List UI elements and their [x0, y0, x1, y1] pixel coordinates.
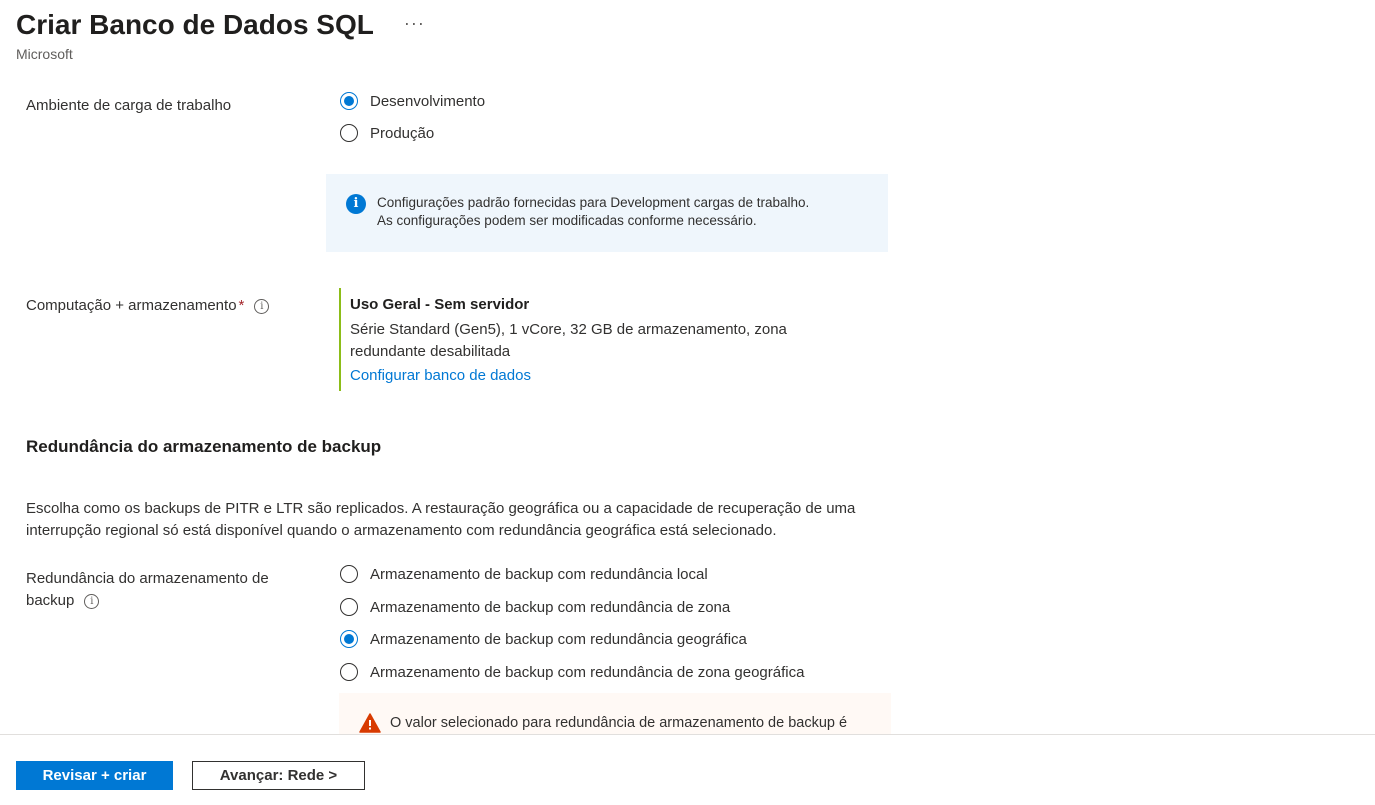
backup-warning-banner: O valor selecionado para redundância de … [339, 693, 891, 734]
footer-bar: Revisar + criar Avançar: Rede > [0, 734, 1375, 805]
backup-redundancy-label: Redundância do armazenamento de backup i [26, 568, 269, 612]
warning-icon [359, 713, 381, 733]
radio-label: Armazenamento de backup com redundância … [370, 630, 747, 648]
info-icon: i [346, 194, 366, 214]
more-options-button[interactable]: ··· [404, 13, 425, 33]
radio-button-checked[interactable] [340, 630, 358, 648]
radio-label: Armazenamento de backup com redundância … [370, 663, 805, 681]
backup-label-line2: backup i [26, 590, 269, 612]
radio-option-producao[interactable]: Produção [340, 124, 434, 142]
radio-option-backup-zone[interactable]: Armazenamento de backup com redundância … [340, 598, 730, 616]
radio-button-checked[interactable] [340, 92, 358, 110]
radio-option-backup-local[interactable]: Armazenamento de backup com redundância … [340, 565, 708, 583]
radio-label: Desenvolvimento [370, 92, 486, 110]
warning-text: O valor selecionado para redundância de … [390, 715, 848, 731]
radio-button[interactable] [340, 124, 358, 142]
next-network-button[interactable]: Avançar: Rede > [192, 761, 365, 790]
page-header: Criar Banco de Dados SQL ··· Microsoft [16, 6, 425, 62]
radio-option-desenvolvimento[interactable]: Desenvolvimento [340, 92, 485, 110]
compute-label-text: Computação + armazenamento [26, 297, 237, 314]
title-row: Criar Banco de Dados SQL ··· [16, 6, 425, 44]
tooltip-info-icon[interactable]: i [254, 298, 270, 314]
radio-option-backup-geo-zone[interactable]: Armazenamento de backup com redundância … [340, 663, 804, 681]
compute-label: Computação + armazenamento * i [26, 295, 270, 317]
backup-section-description: Escolha como os backups de PITR e LTR sã… [26, 500, 856, 539]
info-text: Configurações padrão fornecidas para Dev… [377, 194, 809, 252]
compute-tier: Uso Geral - Sem servidor [350, 296, 530, 313]
page-title: Criar Banco de Dados SQL [16, 9, 374, 40]
form-content[interactable]: Ambiente de carga de trabalho Desenvolvi… [0, 70, 1375, 734]
workload-label: Ambiente de carga de trabalho [26, 95, 231, 117]
page-subtitle: Microsoft [16, 46, 73, 62]
backup-section-heading: Redundância do armazenamento de backup [26, 437, 382, 456]
backup-label-line1: Redundância do armazenamento de [26, 570, 269, 587]
radio-label: Armazenamento de backup com redundância … [370, 565, 708, 583]
radio-button[interactable] [340, 598, 358, 616]
radio-option-backup-geo[interactable]: Armazenamento de backup com redundância … [340, 630, 747, 648]
radio-label: Armazenamento de backup com redundância … [370, 598, 731, 616]
radio-button[interactable] [340, 663, 358, 681]
configure-database-link[interactable]: Configurar banco de dados [350, 367, 531, 384]
tooltip-info-icon[interactable]: i [84, 593, 100, 609]
info-text-line2: As configurações podem ser modificadas c… [377, 213, 757, 228]
review-create-button[interactable]: Revisar + criar [16, 761, 173, 790]
workload-label-text: Ambiente de carga de trabalho [26, 97, 232, 114]
info-text-line1: Configurações padrão fornecidas para Dev… [377, 195, 810, 210]
compute-summary: Uso Geral - Sem servidor Série Standard … [339, 288, 830, 391]
required-marker: * [238, 297, 245, 314]
compute-description: Série Standard (Gen5), 1 vCore, 32 GB de… [350, 321, 787, 360]
workload-info-banner: i Configurações padrão fornecidas para D… [326, 174, 888, 252]
radio-label: Produção [370, 124, 435, 142]
backup-label-line2-text: backup [26, 592, 75, 609]
radio-button[interactable] [340, 565, 358, 583]
